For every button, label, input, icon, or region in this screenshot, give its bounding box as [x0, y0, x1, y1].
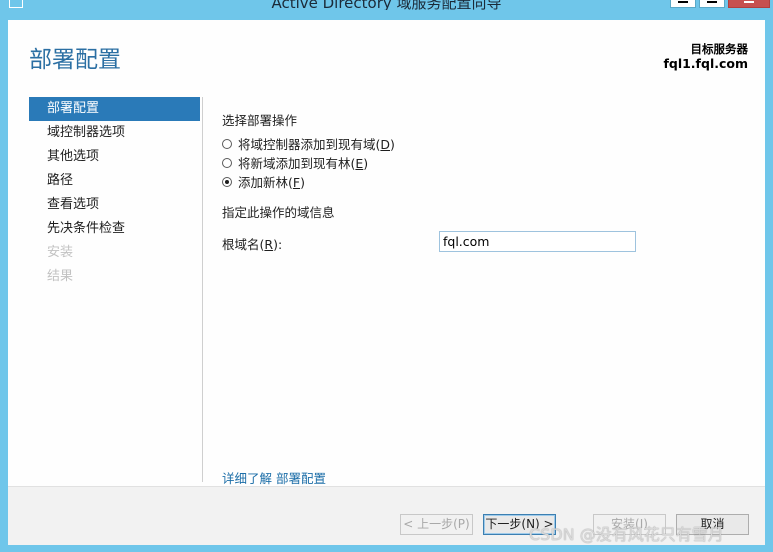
page-title: 部署配置 [29, 47, 121, 73]
cancel-button[interactable]: 取消 [676, 514, 749, 535]
wizard-footer: < 上一步(P) 下一步(N) > 安装(I) 取消 [8, 486, 765, 545]
maximize-button[interactable] [699, 0, 725, 8]
operation-label: 选择部署操作 [222, 113, 298, 128]
radio-add-domain-existing-forest[interactable] [222, 157, 232, 168]
radio-add-new-forest[interactable] [222, 176, 232, 187]
target-server-name: fql1.fql.com [663, 56, 748, 71]
nav-divider [202, 97, 203, 482]
nav-item-dc-options[interactable]: 域控制器选项 [29, 121, 200, 145]
wizard-header: 部署配置 目标服务器 fql1.fql.com [8, 20, 765, 90]
next-button[interactable]: 下一步(N) > [483, 514, 556, 535]
maximize-icon [707, 1, 717, 3]
nav-item-installation: 安装 [47, 245, 74, 260]
option-label: 将域控制器添加到现有域(D) [238, 137, 395, 152]
option-add-domain-existing-forest[interactable]: 将新域添加到现有林(E) [222, 153, 742, 172]
root-domain-row: 根域名(R): [222, 231, 742, 255]
close-icon [744, 1, 754, 3]
close-button[interactable] [728, 0, 770, 8]
nav-item-deployment-config[interactable]: 部署配置 [29, 97, 200, 121]
nav-item-additional-options[interactable]: 其他选项 [29, 145, 200, 169]
radio-add-dc-existing-domain[interactable] [222, 138, 232, 149]
title-bar: Active Directory 域服务配置向导 [0, 0, 773, 10]
minimize-button[interactable] [670, 0, 696, 8]
window-title: Active Directory 域服务配置向导 [271, 0, 502, 10]
learn-more-link[interactable]: 详细了解 部署配置 [222, 468, 326, 487]
option-label: 将新域添加到现有林(E) [238, 156, 369, 171]
target-server-label: 目标服务器 [690, 42, 749, 56]
minimize-icon [678, 1, 688, 3]
previous-button[interactable]: < 上一步(P) [400, 514, 473, 535]
option-add-new-forest[interactable]: 添加新林(F) [222, 172, 742, 191]
option-add-dc-existing-domain[interactable]: 将域控制器添加到现有域(D) [222, 134, 742, 153]
nav-item-results: 结果 [47, 269, 74, 284]
root-domain-input[interactable] [439, 231, 636, 252]
root-domain-label: 根域名(R): [222, 237, 283, 252]
nav-item-paths[interactable]: 路径 [29, 169, 200, 193]
domain-info-label: 指定此操作的域信息 [222, 205, 335, 220]
option-label: 添加新林(F) [238, 175, 305, 190]
wizard-nav: 部署配置 域控制器选项 其他选项 路径 查看选项 先决条件检查 安装 结果 [29, 97, 200, 289]
install-button[interactable]: 安装(I) [593, 514, 666, 535]
nav-item-prerequisites-check[interactable]: 先决条件检查 [29, 217, 200, 241]
nav-item-review-options[interactable]: 查看选项 [29, 193, 200, 217]
wizard-window: 部署配置 目标服务器 fql1.fql.com 部署配置 域控制器选项 其他选项… [8, 20, 765, 545]
wizard-content: 选择部署操作 将域控制器添加到现有域(D) 将新域添加到现有林(E) 添加新林(… [222, 110, 742, 252]
